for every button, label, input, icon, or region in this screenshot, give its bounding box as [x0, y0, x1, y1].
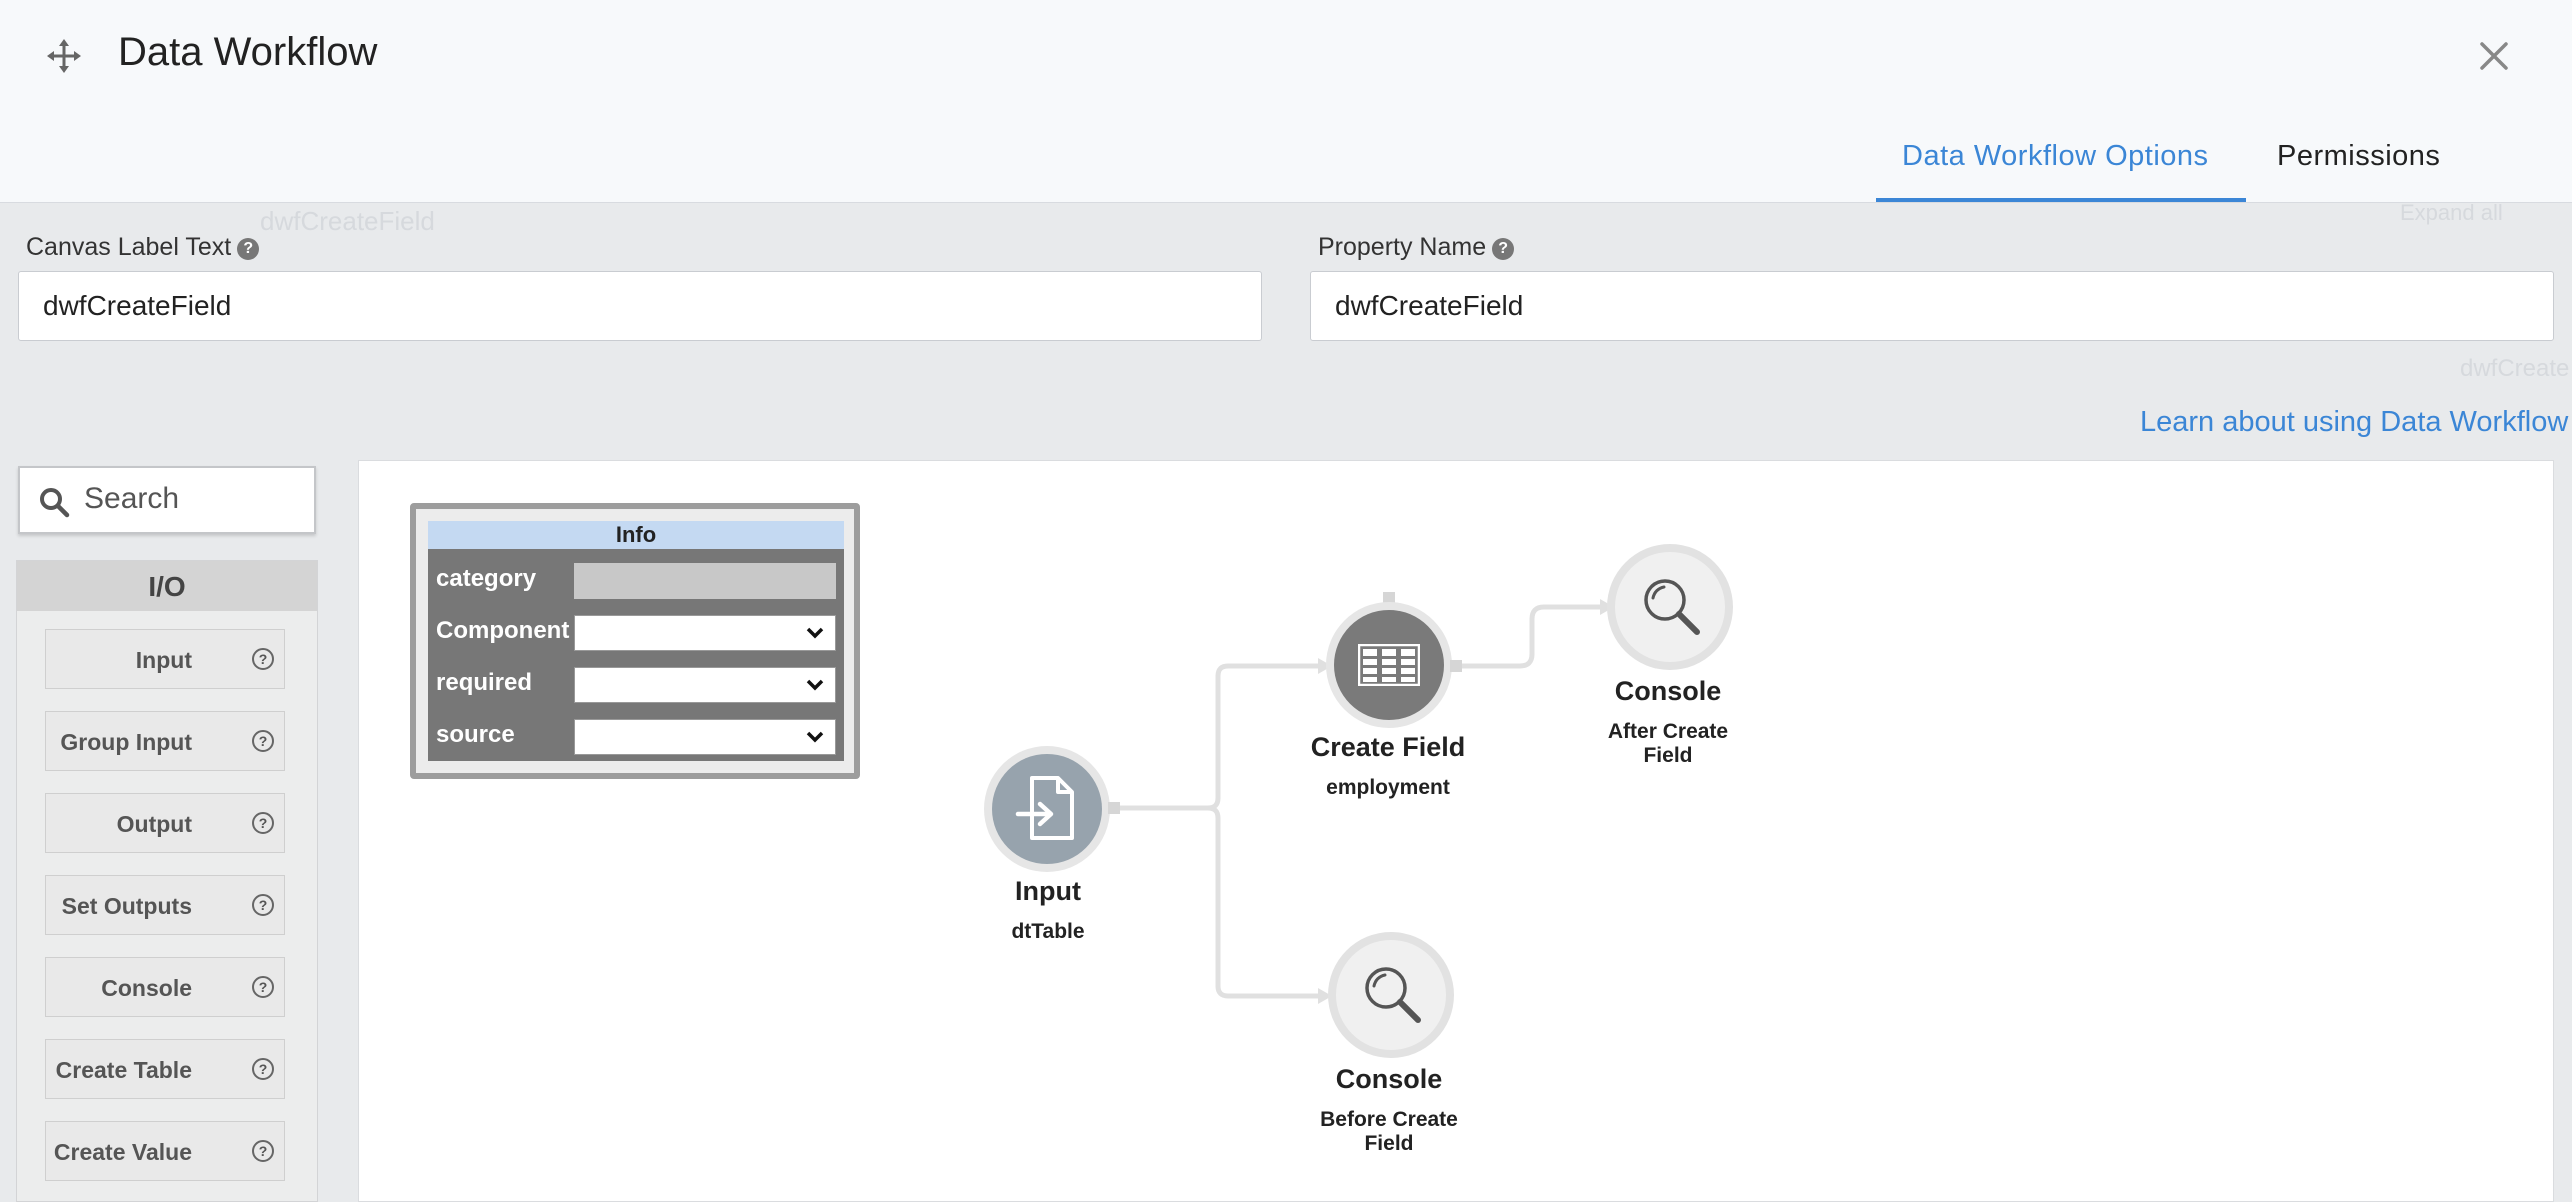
node-create-field-title: Create Field	[1310, 732, 1466, 762]
help-icon[interactable]: ?	[252, 812, 274, 834]
property-name-value: dwfCreateField	[1335, 290, 1524, 321]
node-console-after-circle[interactable]	[1615, 552, 1725, 662]
palette-item-create-value[interactable]: Create Value?	[45, 1121, 285, 1181]
file-import-icon	[1015, 776, 1074, 840]
canvas-label-field-label: Canvas Label Text?	[26, 233, 260, 262]
component-select[interactable]	[574, 615, 836, 651]
canvas-label-value: dwfCreateField	[43, 290, 232, 321]
help-icon[interactable]: ?	[252, 730, 274, 752]
dialog-title: Data Workflow	[118, 30, 378, 74]
node-input-subtitle: dtTable	[1011, 920, 1085, 943]
node-input-circle[interactable]	[992, 754, 1102, 864]
search-icon	[40, 488, 70, 518]
help-icon[interactable]: ?	[252, 894, 274, 916]
node-console-after-subtitle: After Create Field	[1568, 720, 1768, 768]
help-icon[interactable]: ?	[252, 1140, 274, 1162]
chevron-down-icon	[806, 679, 824, 691]
node-console-before-subtitle-line1: Before Create	[1320, 1108, 1458, 1131]
palette-item-label: Input	[135, 647, 192, 673]
tab-permissions[interactable]: Permissions	[2277, 140, 2440, 173]
background-ghost-right: dwfCreate	[2460, 355, 2570, 382]
chevron-down-icon	[806, 731, 824, 743]
tab-data-workflow-options[interactable]: Data Workflow Options	[1902, 140, 2209, 173]
close-icon[interactable]	[2476, 38, 2512, 74]
node-console-after-subtitle-line1: After Create	[1607, 720, 1729, 743]
background-ghost-title: dwfCreateField	[260, 206, 435, 237]
learn-data-workflow-link[interactable]: Learn about using Data Workflow	[2140, 406, 2568, 439]
palette-item-label: Set Outputs	[61, 893, 192, 919]
chevron-down-icon	[806, 627, 824, 639]
category-field	[574, 563, 836, 599]
palette-item-label: Create Value	[53, 1139, 192, 1165]
node-create-field-circle[interactable]	[1334, 610, 1444, 720]
canvas-label-label-text: Canvas Label Text	[26, 233, 232, 261]
help-icon[interactable]: ?	[252, 1058, 274, 1080]
dialog-header: Data Workflow Data Workflow Options Perm…	[0, 0, 2572, 203]
magnifier-icon	[1365, 967, 1421, 1023]
background-ghost-title-text: dwfCreateField	[260, 206, 435, 236]
node-console-before-subtitle: Before Create Field	[1289, 1108, 1489, 1156]
node-input-title: Input	[1015, 876, 1081, 906]
palette-item-console[interactable]: Console?	[45, 957, 285, 1017]
node-console-before-circle[interactable]	[1336, 940, 1446, 1050]
node-input-output-port[interactable]	[1108, 802, 1120, 814]
required-select[interactable]	[574, 667, 836, 703]
node-palette: I/O Input? Group Input? Output? Set Outp…	[16, 560, 318, 1202]
info-panel-body: Info category Component required source	[428, 521, 844, 761]
info-label-source: source	[436, 721, 515, 748]
palette-item-output[interactable]: Output?	[45, 793, 285, 853]
palette-item-create-table[interactable]: Create Table?	[45, 1039, 285, 1099]
search-input[interactable]: Search	[18, 466, 316, 534]
palette-item-label: Create Table	[55, 1057, 192, 1083]
search-placeholder: Search	[84, 482, 180, 515]
info-panel: Info category Component required source	[410, 503, 860, 779]
info-label-component: Component	[436, 617, 570, 644]
palette-item-label: Output	[116, 811, 192, 837]
info-panel-title: Info	[428, 521, 844, 549]
node-console-before-subtitle-line2: Field	[1364, 1132, 1414, 1155]
palette-item-set-outputs[interactable]: Set Outputs?	[45, 875, 285, 935]
canvas-label-input[interactable]: dwfCreateField	[18, 271, 1262, 341]
source-select[interactable]	[574, 719, 836, 755]
palette-item-input[interactable]: Input?	[45, 629, 285, 689]
node-create-field-subtitle: employment	[1326, 776, 1450, 799]
help-icon[interactable]: ?	[1492, 238, 1515, 260]
property-name-label-text: Property Name	[1318, 233, 1487, 261]
background-ghost-expand: Expand all	[2400, 200, 2503, 225]
move-icon[interactable]	[46, 38, 82, 74]
palette-item-label: Group Input	[60, 729, 192, 755]
help-icon[interactable]: ?	[237, 238, 260, 260]
node-console-before-title: Console	[1335, 1064, 1443, 1094]
active-tab-indicator	[1876, 198, 2246, 202]
node-console-after-title: Console	[1614, 676, 1722, 706]
palette-item-label: Console	[101, 975, 192, 1001]
property-name-input[interactable]: dwfCreateField	[1310, 271, 2554, 341]
magnifier-icon	[1644, 579, 1700, 635]
node-create-field-output-port[interactable]	[1450, 660, 1462, 672]
palette-heading[interactable]: I/O	[17, 561, 317, 611]
help-icon[interactable]: ?	[252, 976, 274, 998]
node-console-after-subtitle-line2: Field	[1643, 744, 1693, 767]
info-label-required: required	[436, 669, 533, 696]
palette-item-group-input[interactable]: Group Input?	[45, 711, 285, 771]
help-icon[interactable]: ?	[252, 648, 274, 670]
info-label-category: category	[436, 565, 537, 592]
table-icon	[1358, 644, 1420, 686]
property-name-field-label: Property Name?	[1318, 233, 1515, 262]
